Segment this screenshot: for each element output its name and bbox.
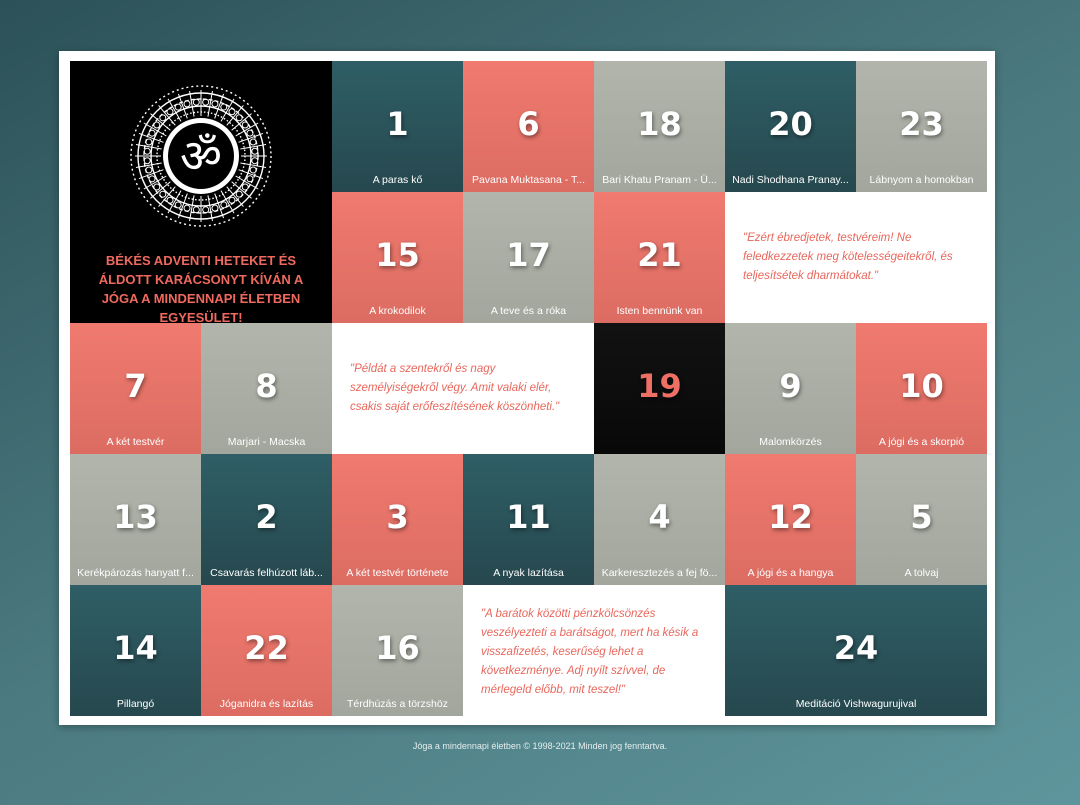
calendar-tile-3[interactable]: 3 A két testvér története [332,454,463,585]
tile-label: A jógi és a hangya [747,567,834,579]
hero-banner: ॐ BÉKÉS ADVENTI HETEKET ÉS ÁLDOTT KARÁCS… [70,61,332,325]
tile-number: 23 [899,105,944,143]
tile-number: 8 [255,367,278,405]
tile-number: 1 [386,105,409,143]
hero-greeting: BÉKÉS ADVENTI HETEKET ÉS ÁLDOTT KARÁCSON… [98,253,304,325]
tile-label: Csavarás felhúzott láb... [210,567,323,579]
calendar-tile-12[interactable]: 12 A jógi és a hangya [725,454,856,585]
calendar-tile-13[interactable]: 13 Kerékpározás hanyatt f... [70,454,201,585]
tile-number: 12 [768,498,813,536]
tile-label: A jógi és a skorpió [878,436,965,448]
calendar-tile-9[interactable]: 9 Malomkörzés [725,323,856,454]
tile-label: Térdhúzás a törzshöz [347,698,448,710]
tile-label: A két testvér története [346,567,449,579]
tile-number: 20 [768,105,813,143]
tile-label: Meditáció Vishwagurujival [795,698,917,710]
tile-label: Jóganidra és lazítás [219,698,314,710]
tile-number: 18 [637,105,682,143]
calendar-tile-14[interactable]: 14 Pillangó [70,585,201,716]
calendar-tile-5[interactable]: 5 A tolvaj [856,454,987,585]
tile-number: 13 [113,498,158,536]
calendar-tile-17[interactable]: 17 A teve és a róka [463,192,594,323]
tile-label: A teve és a róka [490,305,567,317]
tile-number: 24 [833,629,879,667]
calendar-tile-19[interactable]: 19 [594,323,725,454]
calendar-tile-24[interactable]: 24 Meditáció Vishwagurujival [725,585,987,716]
calendar-tile-8[interactable]: 8 Marjari - Macska [201,323,332,454]
tile-label: Pavana Muktasana - T... [471,174,586,186]
tile-number: 3 [386,498,409,536]
tile-label: Marjari - Macska [227,436,306,448]
calendar-tile-20[interactable]: 20 Nadi Shodhana Pranay... [725,61,856,192]
tile-number: 14 [113,629,158,667]
tile-number: 4 [648,498,671,536]
svg-text:ॐ: ॐ [180,129,222,183]
tile-label: Kerékpározás hanyatt f... [77,567,194,579]
advent-calendar-grid: ॐ BÉKÉS ADVENTI HETEKET ÉS ÁLDOTT KARÁCS… [70,61,987,716]
quote-box: "Példát a szentekről és nagy személyiség… [332,323,594,454]
tile-label: A paras kő [372,174,423,186]
quote-text: "Ezért ébredjetek, testvéreim! Ne feledk… [743,232,953,282]
tile-label: Isten bennünk van [616,305,703,317]
tile-label: A két testvér [106,436,165,448]
tile-number: 17 [506,236,551,274]
footer-copyright: Jóga a mindennapi életben © 1998-2021 Mi… [412,741,668,751]
calendar-tile-6[interactable]: 6 Pavana Muktasana - T... [463,61,594,192]
quote-box: "Ezért ébredjetek, testvéreim! Ne feledk… [725,192,987,323]
tile-label: Nadi Shodhana Pranay... [732,174,849,186]
om-mandala-icon: ॐ [128,83,274,229]
advent-calendar-frame: ॐ BÉKÉS ADVENTI HETEKET ÉS ÁLDOTT KARÁCS… [59,51,995,725]
tile-number: 21 [637,236,682,274]
tile-label: Malomkörzés [759,436,822,448]
tile-label: A nyak lazítása [493,567,564,579]
tile-number: 7 [124,367,147,405]
quote-box: "A barátok közötti pénzkölcsönzés veszél… [463,585,725,716]
tile-label: Karkeresztezés a fej fö... [601,567,718,579]
quote-text: "Példát a szentekről és nagy személyiség… [350,363,560,413]
calendar-tile-10[interactable]: 10 A jógi és a skorpió [856,323,987,454]
tile-label: A tolvaj [904,567,939,579]
calendar-tile-16[interactable]: 16 Térdhúzás a törzshöz [332,585,463,716]
tile-number: 5 [910,498,933,536]
tile-number: 22 [244,629,289,667]
tile-number: 15 [375,236,420,274]
calendar-tile-22[interactable]: 22 Jóganidra és lazítás [201,585,332,716]
tile-number: 6 [517,105,540,143]
tile-number: 9 [779,367,802,405]
tile-number: 2 [255,498,278,536]
tile-number: 16 [375,629,420,667]
tile-label: A krokodilok [369,305,426,317]
calendar-tile-21[interactable]: 21 Isten bennünk van [594,192,725,323]
calendar-tile-7[interactable]: 7 A két testvér [70,323,201,454]
calendar-tile-4[interactable]: 4 Karkeresztezés a fej fö... [594,454,725,585]
calendar-tile-18[interactable]: 18 Bari Khatu Pranam - Ü... [594,61,725,192]
calendar-tile-2[interactable]: 2 Csavarás felhúzott láb... [201,454,332,585]
calendar-tile-23[interactable]: 23 Lábnyom a homokban [856,61,987,192]
tile-number: 19 [637,367,682,405]
calendar-tile-1[interactable]: 1 A paras kő [332,61,463,192]
calendar-tile-15[interactable]: 15 A krokodilok [332,192,463,323]
tile-label: Bari Khatu Pranam - Ü... [602,174,717,186]
tile-number: 11 [506,498,551,536]
tile-label: Pillangó [116,698,155,710]
calendar-tile-11[interactable]: 11 A nyak lazítása [463,454,594,585]
tile-number: 10 [899,367,944,405]
tile-label: Lábnyom a homokban [869,174,974,186]
quote-text: "A barátok közötti pénzkölcsönzés veszél… [481,608,699,696]
